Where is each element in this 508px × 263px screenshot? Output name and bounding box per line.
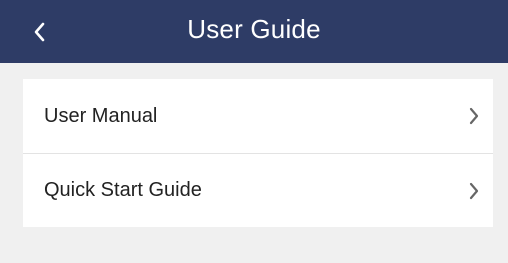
header-bar: User Guide [0,0,508,63]
menu-item-user-manual[interactable]: User Manual [23,79,493,153]
menu-item-label: User Manual [44,104,158,127]
menu-list: User Manual Quick Start Guide [23,79,493,227]
menu-item-label: Quick Start Guide [44,179,202,201]
chevron-right-icon [467,106,481,126]
chevron-right-icon [467,181,481,201]
menu-item-quick-start-guide[interactable]: Quick Start Guide [23,153,493,227]
page-title: User Guide [187,14,321,44]
